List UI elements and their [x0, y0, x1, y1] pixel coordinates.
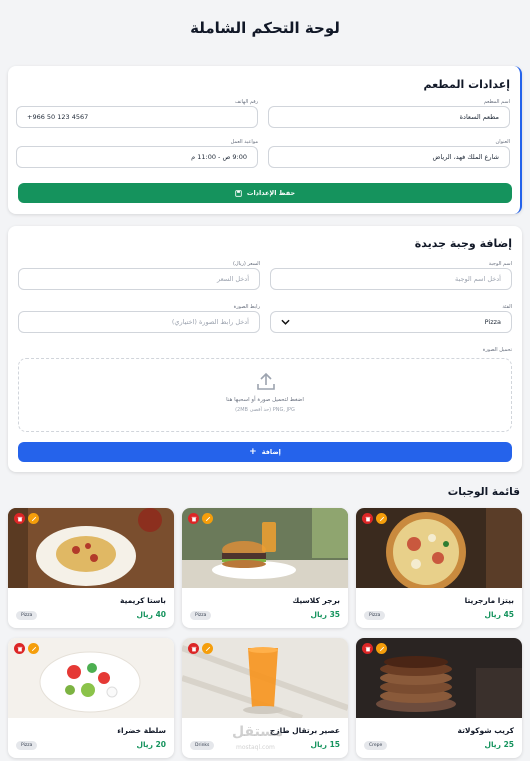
- delete-button[interactable]: [188, 643, 199, 654]
- category-label: الفئة: [502, 304, 512, 310]
- meal-price: 25 ريال: [484, 740, 514, 749]
- delete-button[interactable]: [14, 513, 25, 524]
- price-label: السعر (ريال): [233, 261, 260, 267]
- save-icon: [235, 189, 242, 197]
- edit-button[interactable]: [28, 513, 39, 524]
- restaurant-name-label: اسم المطعم: [483, 99, 510, 105]
- meal-name: بيتزا مارجريتا: [464, 596, 514, 605]
- meal-category-badge: Drinks: [190, 741, 215, 750]
- pencil-icon: [379, 646, 384, 651]
- page-title: لوحة التحكم الشاملة: [190, 19, 340, 37]
- trash-icon: [17, 646, 22, 651]
- restaurant-settings-card: إعدادات المطعم اسم المطعم مطعم السعادة ر…: [8, 66, 522, 214]
- chevron-down-icon: [281, 319, 290, 325]
- pencil-icon: [379, 516, 384, 521]
- watermark-url: mostaql.com: [236, 744, 275, 751]
- trash-icon: [365, 646, 370, 651]
- upload-icon: [257, 372, 275, 390]
- trash-icon: [17, 516, 22, 521]
- pencil-icon: [31, 646, 36, 651]
- meal-card[interactable]: كريب شوكولاتة 25 ريال Crepe: [356, 638, 522, 758]
- meals-list-title: قائمة الوجبات: [447, 486, 520, 498]
- trash-icon: [365, 516, 370, 521]
- delete-button[interactable]: [362, 643, 373, 654]
- delete-button[interactable]: [362, 513, 373, 524]
- hours-label: مواعيد العمل: [230, 139, 258, 145]
- hours-field: مواعيد العمل 9:00 ص - 11:00 م: [16, 138, 258, 168]
- add-meal-card: إضافة وجبة جديدة اسم الوجبة أدخل اسم الو…: [8, 226, 522, 472]
- meal-name-label: اسم الوجبة: [488, 261, 512, 267]
- add-button-label: إضافة: [261, 448, 281, 456]
- save-button-label: حفظ الإعدادات: [246, 189, 296, 197]
- edit-button[interactable]: [202, 513, 213, 524]
- category-field: الفئة Pizza: [270, 303, 512, 333]
- address-field: العنوان شارع الملك فهد، الرياض: [268, 138, 510, 168]
- edit-button[interactable]: [376, 513, 387, 524]
- meal-price: 35 ريال: [310, 610, 340, 619]
- meal-category-badge: Pizza: [16, 611, 38, 620]
- category-select-value: Pizza: [484, 318, 501, 326]
- meal-category-badge: Pizza: [364, 611, 386, 620]
- phone-label: رقم الهاتف: [234, 99, 258, 105]
- restaurant-name-input[interactable]: مطعم السعادة: [268, 106, 510, 128]
- trash-icon: [191, 516, 196, 521]
- meal-name: برجر كلاسيك: [292, 596, 340, 605]
- meal-category-badge: Pizza: [190, 611, 212, 620]
- address-input[interactable]: شارع الملك فهد، الرياض: [268, 146, 510, 168]
- save-settings-button[interactable]: حفظ الإعدادات: [18, 183, 512, 203]
- delete-button[interactable]: [188, 513, 199, 524]
- phone-input[interactable]: +966 50 123 4567: [16, 106, 258, 128]
- restaurant-name-field: اسم المطعم مطعم السعادة: [268, 98, 510, 128]
- meal-name: سلطة خضراء: [117, 726, 166, 735]
- pencil-icon: [205, 516, 210, 521]
- upload-label-wrap: تحميل الصورة: [18, 346, 512, 354]
- meal-category-badge: Crepe: [364, 741, 388, 750]
- upload-instructions: اضغط لتحميل صورة أو اسحبها هنا: [226, 397, 304, 403]
- meal-card[interactable]: بيتزا مارجريتا 45 ريال Pizza: [356, 508, 522, 628]
- image-url-label: رابط الصورة: [233, 304, 260, 310]
- plus-icon: +: [249, 446, 257, 457]
- image-upload-dropzone[interactable]: اضغط لتحميل صورة أو اسحبها هنا PNG, JPG …: [18, 358, 512, 432]
- meal-name: باستا كريمية: [120, 596, 166, 605]
- image-url-field: رابط الصورة أدخل رابط الصورة (اختياري): [18, 303, 260, 333]
- meal-card[interactable]: سلطة خضراء 20 ريال Pizza: [8, 638, 174, 758]
- address-label: العنوان: [495, 139, 510, 145]
- category-select[interactable]: Pizza: [270, 311, 512, 333]
- meal-card[interactable]: باستا كريمية 40 ريال Pizza: [8, 508, 174, 628]
- meal-price: 15 ريال: [310, 740, 340, 749]
- trash-icon: [191, 646, 196, 651]
- meal-price: 20 ريال: [136, 740, 166, 749]
- phone-field: رقم الهاتف +966 50 123 4567: [16, 98, 258, 128]
- pencil-icon: [31, 516, 36, 521]
- hours-input[interactable]: 9:00 ص - 11:00 م: [16, 146, 258, 168]
- price-input[interactable]: أدخل السعر: [18, 268, 260, 290]
- meal-name-field: اسم الوجبة أدخل اسم الوجبة: [270, 260, 512, 290]
- image-url-input[interactable]: أدخل رابط الصورة (اختياري): [18, 311, 260, 333]
- add-meal-title: إضافة وجبة جديدة: [414, 237, 512, 250]
- delete-button[interactable]: [14, 643, 25, 654]
- edit-button[interactable]: [202, 643, 213, 654]
- edit-button[interactable]: [28, 643, 39, 654]
- meal-card[interactable]: برجر كلاسيك 35 ريال Pizza: [182, 508, 348, 628]
- meal-card[interactable]: عصير برتقال طازج 15 ريال Drinks: [182, 638, 348, 758]
- upload-hint: PNG, JPG (حد أقصى 2MB): [235, 407, 295, 413]
- edit-button[interactable]: [376, 643, 387, 654]
- meal-price: 45 ريال: [484, 610, 514, 619]
- add-meal-button[interactable]: إضافة +: [18, 442, 512, 462]
- upload-label: تحميل الصورة: [482, 347, 512, 353]
- meal-name-input[interactable]: أدخل اسم الوجبة: [270, 268, 512, 290]
- pencil-icon: [205, 646, 210, 651]
- price-field: السعر (ريال) أدخل السعر: [18, 260, 260, 290]
- meal-category-badge: Pizza: [16, 741, 38, 750]
- settings-title: إعدادات المطعم: [423, 78, 510, 91]
- meal-name: كريب شوكولاتة: [457, 726, 514, 735]
- watermark-logo: مستقل: [232, 724, 284, 740]
- meal-price: 40 ريال: [136, 610, 166, 619]
